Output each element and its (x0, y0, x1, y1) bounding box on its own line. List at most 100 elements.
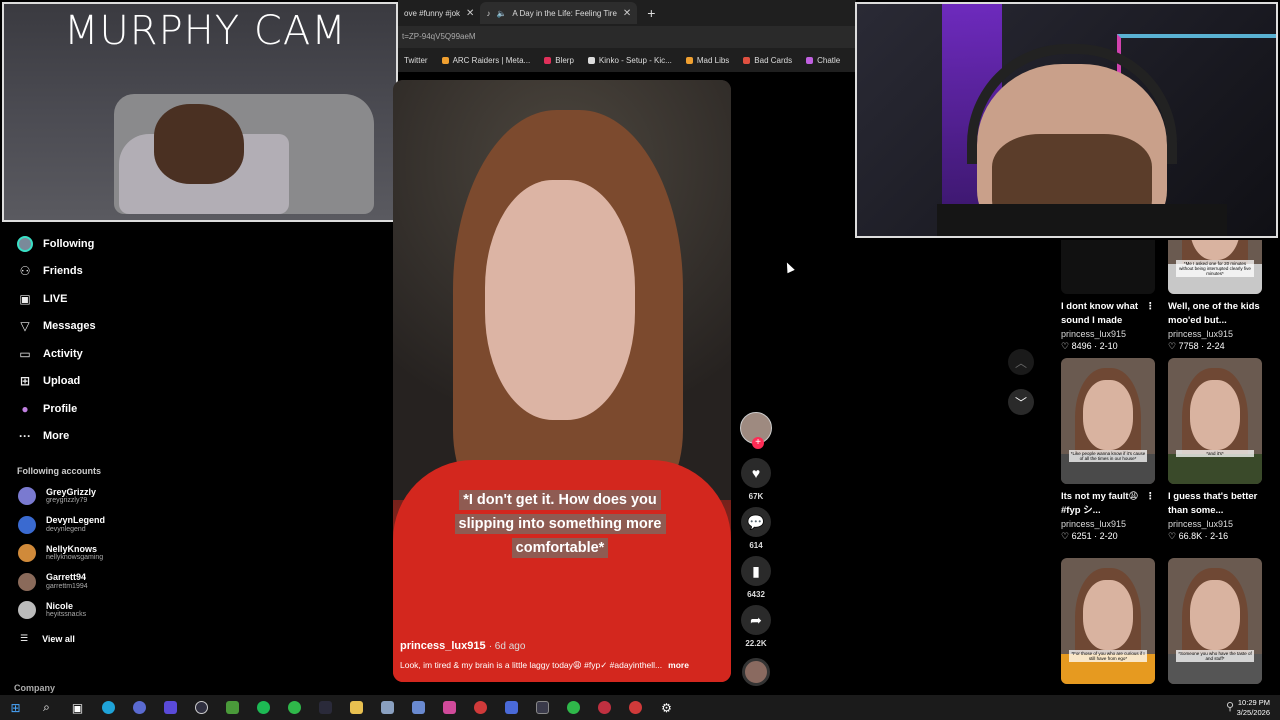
creator-avatar[interactable]: + (740, 412, 772, 449)
app-icon[interactable] (558, 695, 589, 720)
browser-tab-active[interactable]: ♪ 🔈 A Day in the Life: Feeling Tire ✕ (480, 2, 638, 24)
share-button[interactable]: ➦ (741, 605, 771, 635)
view-all-button[interactable]: ☰ View all (0, 625, 390, 653)
minecraft-icon[interactable] (217, 695, 248, 720)
follow-plus-icon[interactable]: + (752, 437, 764, 449)
windows-start-icon[interactable]: ⊞ (0, 695, 31, 720)
grid-date: 2-16 (1210, 531, 1229, 541)
bookmark-kinko[interactable]: Kinko - Setup - Kic... (587, 56, 672, 65)
grid-author: princess_lux915 (1061, 329, 1127, 339)
thumb-face (1190, 380, 1240, 450)
edge-icon[interactable] (93, 695, 124, 720)
app-icon[interactable] (589, 695, 620, 720)
bookmark-twitter[interactable]: Twitter (404, 56, 428, 65)
app-icon[interactable] (372, 695, 403, 720)
grid-author: princess_lux915 (1168, 329, 1234, 339)
app-icon[interactable] (403, 695, 434, 720)
xbox-icon[interactable] (279, 695, 310, 720)
grid-video[interactable]: I dont know what sound I made but... ⋮ pr… (1061, 240, 1155, 352)
app-icon[interactable] (434, 695, 465, 720)
view-all-label: View all (42, 633, 75, 644)
live-icon: ▣ (19, 291, 31, 306)
new-tab-button[interactable]: + (637, 5, 665, 21)
task-view-icon[interactable]: ▣ (62, 695, 93, 720)
account-item[interactable]: GreyGrizzly greygrizzly79 (0, 482, 390, 511)
grid-video[interactable]: *For those of you who are curious if I s… (1061, 558, 1155, 684)
account-item[interactable]: DevynLegend devynlegend (0, 511, 390, 540)
save-button[interactable]: ▮ (741, 556, 771, 586)
account-handle: garrettm1994 (46, 582, 88, 590)
speaker-icon[interactable]: 🔈 (496, 9, 506, 18)
tab-title: A Day in the Life: Feeling Tire (512, 8, 617, 18)
grid-video[interactable]: *Like people wanna know if it's cause of… (1061, 358, 1155, 542)
bookmark-blerp[interactable]: Blerp (544, 56, 574, 65)
sidebar-item-upload[interactable]: ⊞ Upload (0, 368, 390, 396)
sidebar-item-label: More (43, 430, 70, 443)
sidebar-item-friends[interactable]: ⚇ Friends (0, 258, 390, 286)
network-icon[interactable]: ⚲ (1226, 700, 1234, 713)
account-item[interactable]: Nicole heyitssnacks (0, 596, 390, 625)
settings-icon[interactable]: ⚙ (651, 695, 682, 720)
profile-icon: ● (21, 401, 29, 416)
address-bar[interactable]: t=ZP-94qV5Q99aeM (398, 26, 856, 48)
grid-video[interactable]: *and it's* I guess that's better than so… (1168, 358, 1262, 542)
video-description: Look, im tired & my brain is a little la… (400, 660, 722, 671)
account-item[interactable]: Garrett94 garrettm1994 (0, 568, 390, 597)
video-author[interactable]: princess_lux915 · 6d ago (400, 640, 722, 652)
steam-icon[interactable] (310, 695, 341, 720)
like-button[interactable]: ♥ (741, 458, 771, 488)
music-disc-icon[interactable] (742, 658, 770, 686)
sidebar-item-messages[interactable]: ▽ Messages (0, 313, 390, 341)
next-video-button[interactable]: ﹀ (1008, 389, 1034, 415)
tab-title: ove #funny #jok (404, 8, 461, 18)
company-link[interactable]: Company (14, 683, 55, 693)
more-button[interactable]: more (668, 660, 689, 671)
more-options-icon[interactable]: ⋮ (1146, 300, 1156, 328)
spotify-icon[interactable] (248, 695, 279, 720)
folder-icon[interactable] (341, 695, 372, 720)
sidebar-item-live[interactable]: ▣ LIVE (0, 285, 390, 313)
sidebar-item-activity[interactable]: ▭ Activity (0, 340, 390, 368)
comment-count: 614 (749, 541, 763, 550)
system-clock[interactable]: 10:29 PM 3/25/2026 (1237, 698, 1270, 718)
obs-icon[interactable] (186, 695, 217, 720)
bookmark-icon (544, 56, 552, 64)
app-icon[interactable] (620, 695, 651, 720)
account-item[interactable]: NellyKnows nellyknowsgaming (0, 539, 390, 568)
bookmark-icon: ▮ (752, 562, 760, 579)
bookmark-bad-cards[interactable]: Bad Cards (743, 56, 792, 65)
close-icon[interactable]: ✕ (466, 8, 474, 19)
grid-video[interactable]: *Someone you who have the taste of and s… (1168, 558, 1262, 684)
avatar (18, 572, 36, 591)
account-handle: greygrizzly79 (46, 497, 88, 505)
app-icon[interactable] (527, 695, 558, 720)
activity-icon: ▭ (19, 346, 31, 361)
sidebar-item-label: Friends (43, 265, 83, 278)
more-options-icon[interactable]: ⋮ (1146, 490, 1156, 518)
more-icon: ··· (19, 429, 31, 444)
bookmark-label: Twitter (404, 55, 428, 65)
bookmark-icon (587, 56, 595, 64)
previous-video-button[interactable]: ︿ (1008, 349, 1034, 375)
video-player[interactable]: *I don't get it. How does you slipping i… (393, 80, 731, 682)
video-username: princess_lux915 (400, 640, 486, 652)
sidebar-item-more[interactable]: ··· More (0, 423, 390, 451)
browser-tab[interactable]: ove #funny #jok ✕ (398, 2, 480, 24)
share-count: 22.2K (745, 639, 767, 648)
bookmark-arc-raiders[interactable]: ARC Raiders | Meta... (441, 56, 530, 65)
app-icon[interactable] (496, 695, 527, 720)
thumb-caption: *For those of you who are curious if I s… (1069, 650, 1147, 662)
close-icon[interactable]: ✕ (623, 8, 631, 19)
sidebar-item-following[interactable]: Following (0, 230, 390, 258)
app-icon[interactable] (155, 695, 186, 720)
grid-video[interactable]: *Me I asked one for 20 minutes without b… (1168, 240, 1262, 352)
chrome-icon[interactable] (124, 695, 155, 720)
app-icon[interactable] (465, 695, 496, 720)
bookmark-mad-libs[interactable]: Mad Libs (685, 56, 729, 65)
bookmark-chatle[interactable]: Chatle (806, 56, 840, 65)
comment-button[interactable]: 💬 (741, 507, 771, 537)
search-icon[interactable]: ⌕ (31, 695, 62, 720)
heart-icon: ♥ (751, 465, 761, 481)
tiktok-icon: ♪ (486, 8, 491, 18)
sidebar-item-profile[interactable]: ● Profile (0, 395, 390, 423)
